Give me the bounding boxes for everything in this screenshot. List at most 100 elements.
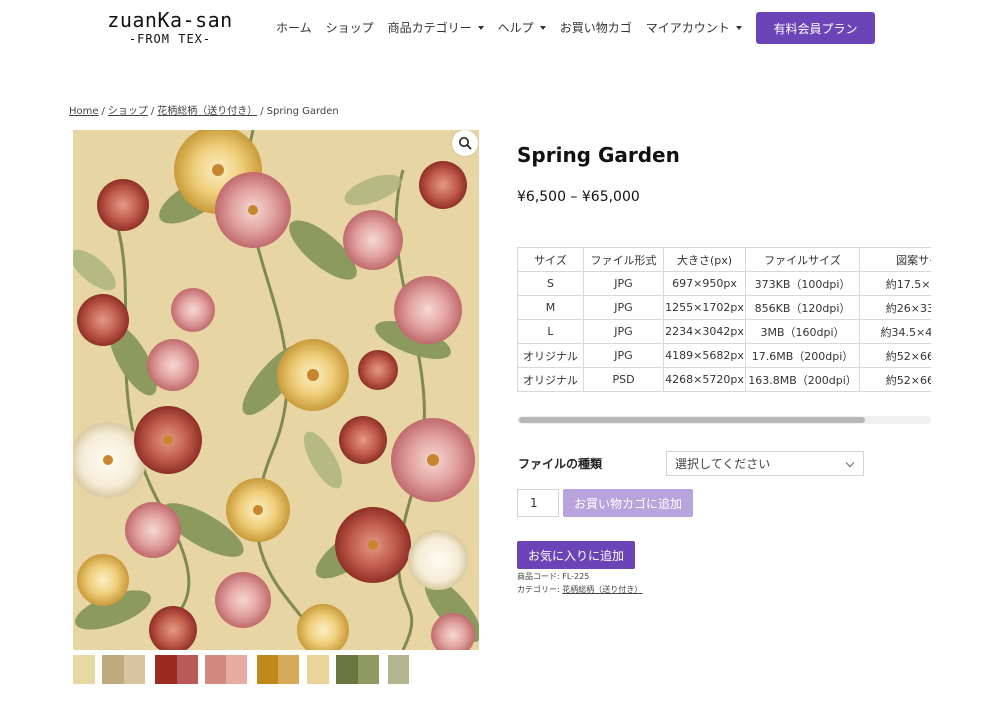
table-cell: S: [517, 271, 584, 296]
main-nav: ホーム ショップ 商品カテゴリー ヘルプ お買い物カゴ マイアカウント: [276, 19, 756, 36]
breadcrumb-separator: /: [101, 106, 105, 117]
file-type-label: ファイルの種類: [518, 457, 603, 471]
product-price: ¥6,500 – ¥65,000: [517, 189, 640, 205]
add-to-cart-button[interactable]: お買い物カゴに追加: [563, 489, 693, 517]
color-swatch: [155, 655, 177, 684]
floral-pattern-illustration: [73, 130, 479, 650]
table-cell: オリジナル: [517, 343, 584, 368]
table-row: オリジナル JPG 4189×5682px 17.6MB（200dpi） 約52…: [517, 343, 931, 368]
table-cell: 17.6MB（200dpi）: [745, 343, 860, 368]
color-swatch: [205, 655, 226, 684]
table-cell: 2234×3042px: [663, 319, 746, 344]
nav-label: ショップ: [325, 21, 374, 35]
table-row: L JPG 2234×3042px 3MB（160dpi） 約34.5×44.5…: [517, 319, 931, 344]
table-cell: 856KB（120dpi）: [745, 295, 860, 320]
color-swatch: [358, 655, 379, 684]
category-label: カテゴリー:: [517, 585, 560, 594]
table-horizontal-scrollbar[interactable]: [517, 416, 931, 424]
color-swatch: [102, 655, 124, 684]
nav-item-shop[interactable]: ショップ: [326, 19, 374, 36]
product-category: カテゴリー: 花柄総柄（送り付き）: [517, 584, 642, 595]
add-to-favorites-button[interactable]: お気に入りに追加: [517, 541, 635, 569]
color-swatch: [124, 655, 145, 684]
sku-label: 商品コード:: [517, 572, 560, 581]
color-swatch: [226, 655, 247, 684]
scrollbar-thumb[interactable]: [519, 417, 865, 423]
nav-item-account[interactable]: マイアカウント: [646, 19, 742, 36]
table-cell: 3MB（160dpi）: [745, 319, 860, 344]
color-swatch: [257, 655, 278, 684]
table-cell: L: [517, 319, 584, 344]
file-type-select[interactable]: 選択してください: [666, 451, 864, 476]
color-swatch: [73, 655, 95, 684]
table-cell: JPG: [583, 319, 664, 344]
nav-item-home[interactable]: ホーム: [276, 19, 312, 36]
table-cell: 373KB（100dpi）: [745, 271, 860, 296]
sku-value: FL-225: [562, 572, 590, 581]
logo-sub-text: -FROM TEX-: [128, 32, 212, 46]
color-swatch: [307, 655, 329, 684]
table-header-cell: 図案サイズ: [859, 247, 931, 272]
table-row: M JPG 1255×1702px 856KB（120dpi） 約26×33.5…: [517, 295, 931, 320]
table-row: S JPG 697×950px 373KB（100dpi） 約17.5×22cm: [517, 271, 931, 296]
nav-label: マイアカウント: [645, 21, 730, 35]
magnifier-icon: [459, 137, 472, 150]
table-header-cell: 大きさ(px): [663, 247, 746, 272]
table-cell: M: [517, 295, 584, 320]
nav-item-categories[interactable]: 商品カテゴリー: [388, 19, 484, 36]
nav-label: お買い物カゴ: [559, 21, 632, 35]
breadcrumb-current: Spring Garden: [266, 106, 339, 117]
table-cell: 約34.5×44.5cm: [859, 319, 931, 344]
color-swatch: [388, 655, 409, 684]
table-header-cell: ファイル形式: [583, 247, 664, 272]
color-swatch: [177, 655, 198, 684]
nav-item-cart[interactable]: お買い物カゴ: [560, 19, 632, 36]
table-header-cell: サイズ: [517, 247, 584, 272]
table-cell: 約52×66.5cm: [859, 367, 931, 392]
logo-main-text: zuanKa-san: [107, 8, 233, 32]
table-cell: オリジナル: [517, 367, 584, 392]
nav-label: ホーム: [276, 21, 312, 35]
zoom-button[interactable]: [452, 130, 478, 156]
table-cell: 4268×5720px: [663, 367, 746, 392]
file-type-select-value: 選択してください: [675, 457, 771, 471]
spec-table: サイズ ファイル形式 大きさ(px) ファイルサイズ 図案サイズ S JPG 6…: [517, 247, 931, 392]
quantity-input[interactable]: 1: [517, 489, 559, 517]
table-cell: 1255×1702px: [663, 295, 746, 320]
table-cell: 約26×33.5cm: [859, 295, 931, 320]
category-link[interactable]: 花柄総柄（送り付き）: [562, 585, 642, 594]
breadcrumb-separator: /: [260, 106, 264, 117]
table-cell: 約17.5×22cm: [859, 271, 931, 296]
caret-down-icon: [539, 25, 546, 30]
breadcrumb-shop-link[interactable]: ショップ: [108, 106, 148, 117]
spec-table-container: サイズ ファイル形式 大きさ(px) ファイルサイズ 図案サイズ S JPG 6…: [517, 247, 931, 399]
breadcrumb: Home / ショップ / 花柄総柄（送り付き） / Spring Garden: [69, 102, 339, 117]
color-swatch: [278, 655, 299, 684]
chevron-down-icon: [845, 458, 855, 468]
table-cell: 697×950px: [663, 271, 746, 296]
breadcrumb-category-link[interactable]: 花柄総柄（送り付き）: [157, 106, 257, 117]
product-image[interactable]: [73, 130, 479, 650]
nav-label: 商品カテゴリー: [387, 21, 472, 35]
site-logo[interactable]: zuanKa-san -FROM TEX-: [104, 8, 236, 46]
product-sku: 商品コード: FL-225: [517, 571, 589, 582]
nav-item-help[interactable]: ヘルプ: [498, 19, 546, 36]
table-header-row: サイズ ファイル形式 大きさ(px) ファイルサイズ 図案サイズ: [517, 247, 931, 272]
table-cell: JPG: [583, 343, 664, 368]
table-row: オリジナル PSD 4268×5720px 163.8MB（200dpi） 約5…: [517, 367, 931, 392]
table-cell: PSD: [583, 367, 664, 392]
caret-down-icon: [735, 25, 742, 30]
table-cell: 4189×5682px: [663, 343, 746, 368]
premium-plan-button[interactable]: 有料会員プラン: [756, 12, 875, 44]
caret-down-icon: [477, 25, 484, 30]
product-title: Spring Garden: [517, 143, 680, 167]
table-header-cell: ファイルサイズ: [745, 247, 860, 272]
nav-label: ヘルプ: [497, 21, 534, 35]
breadcrumb-separator: /: [150, 106, 155, 117]
table-cell: 約52×66.5cm: [859, 343, 931, 368]
table-cell: 163.8MB（200dpi）: [745, 367, 860, 392]
color-swatch: [336, 655, 358, 684]
breadcrumb-home-link[interactable]: Home: [69, 106, 99, 117]
table-cell: JPG: [583, 295, 664, 320]
table-cell: JPG: [583, 271, 664, 296]
